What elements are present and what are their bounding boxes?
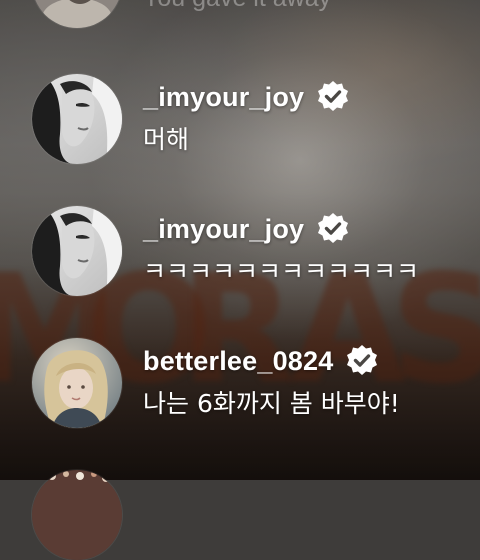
comment-message: 나는 6화까지 봄 바부야! bbox=[143, 389, 400, 418]
avatar[interactable] bbox=[32, 74, 122, 164]
comment-message: You gave it away bbox=[143, 0, 331, 13]
avatar[interactable] bbox=[32, 338, 122, 428]
comment-message: 머해 bbox=[143, 125, 190, 154]
username[interactable]: _imyour_joy bbox=[143, 214, 304, 245]
avatar[interactable] bbox=[32, 206, 122, 296]
username-row: _imyour_joy bbox=[143, 209, 350, 249]
username-row: _imyour_joy bbox=[143, 77, 350, 117]
verified-badge-icon bbox=[347, 345, 378, 375]
avatar[interactable] bbox=[32, 470, 122, 560]
verified-badge-icon bbox=[318, 81, 349, 111]
verified-badge-icon bbox=[318, 213, 349, 243]
username[interactable]: betterlee_0824 bbox=[143, 346, 333, 377]
username-row: betterlee_0824 bbox=[143, 341, 379, 381]
comment-message: ㅋㅋㅋㅋㅋㅋㅋㅋㅋㅋㅋㅋ bbox=[143, 257, 420, 286]
username[interactable]: _imyour_joy bbox=[143, 82, 304, 113]
